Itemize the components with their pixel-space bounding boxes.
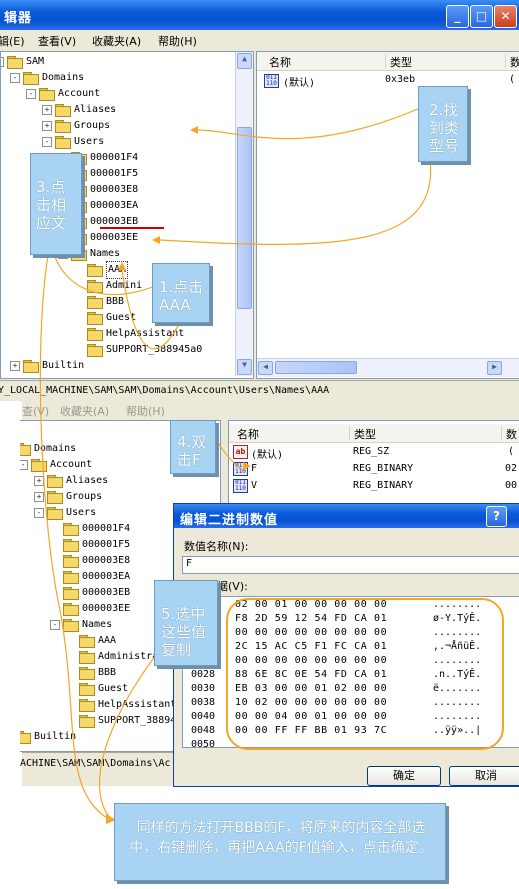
callout-step5: 5.选中 这些值 复制 [154,580,218,666]
callout-step2-text: 2.找 到类 型号 [429,101,460,155]
callout-step3-text: 3.点 击相 应文 [36,178,67,232]
callout-step1-text: 1.点击 AAA [159,278,204,314]
callout-step2: 2.找 到类 型号 [418,86,468,162]
callout-step3: 3.点 击相 应文 [30,153,82,255]
callout-step4: 4.双 击F [170,420,216,474]
callout-step1: 1.点击 AAA [152,263,210,323]
callout-final-text: 同样的方法打开BBB的F，将原来的内容全部选中，右键删除，再把AAA的F值输入，… [129,820,433,856]
callout-step5-text: 5.选中 这些值 复制 [161,605,207,659]
callout-final: 同样的方法打开BBB的F，将原来的内容全部选中，右键删除，再把AAA的F值输入，… [114,803,446,881]
callout-step4-text: 4.双 击F [177,433,207,469]
